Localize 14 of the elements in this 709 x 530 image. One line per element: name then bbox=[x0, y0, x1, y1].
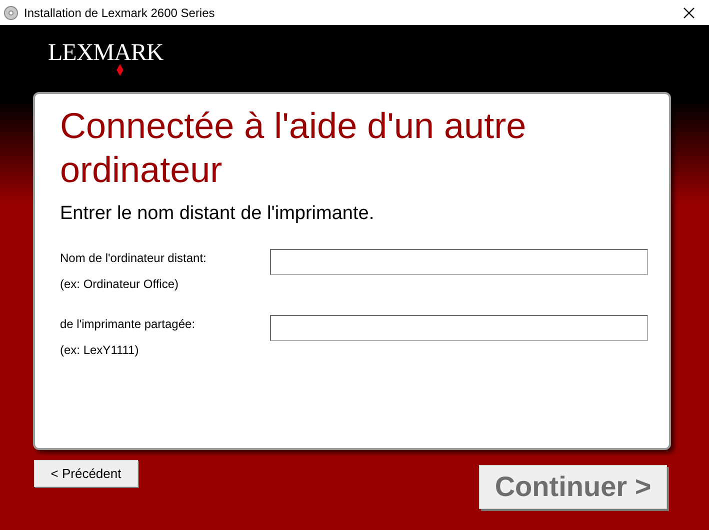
field-label: Nom de l'ordinateur distant: bbox=[60, 250, 208, 266]
window-title: Installation de Lexmark 2600 Series bbox=[24, 4, 215, 22]
disc-icon bbox=[4, 6, 18, 20]
field-label: de l'imprimante partagée: bbox=[60, 316, 196, 332]
field-hint: (ex: Ordinateur Office) bbox=[60, 276, 180, 292]
field-hint: (ex: LexY1111) bbox=[60, 342, 140, 358]
input-field[interactable] bbox=[270, 314, 648, 340]
diamond-icon bbox=[116, 64, 124, 76]
back-button[interactable]: < Précédent bbox=[34, 460, 138, 487]
page-title: Connectée à l'aide d'un autre ordinateur bbox=[60, 104, 528, 192]
input-field[interactable] bbox=[270, 248, 648, 274]
close-icon[interactable] bbox=[683, 6, 695, 18]
page-subtitle: Entrer le nom distant de l'imprimante. bbox=[60, 202, 376, 226]
logo: LEXMARK bbox=[48, 43, 164, 63]
